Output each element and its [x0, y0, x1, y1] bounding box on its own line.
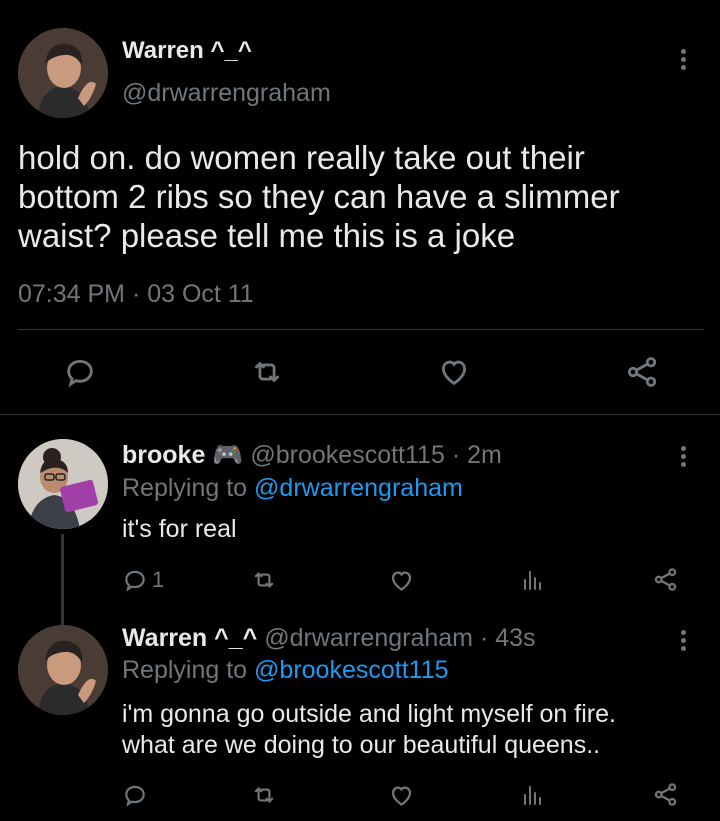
- handle[interactable]: @drwarrengraham: [264, 624, 473, 652]
- retweet-button[interactable]: [248, 565, 280, 595]
- divider: [18, 329, 704, 330]
- reply-text-line: i'm gonna go outside and light myself on…: [122, 700, 616, 728]
- reply-time: · 43s: [479, 624, 536, 652]
- reply-button[interactable]: [122, 780, 182, 810]
- retweet-icon: [254, 362, 280, 382]
- retweet-button[interactable]: [248, 780, 280, 810]
- share-icon: [654, 782, 676, 806]
- reply-button[interactable]: 1: [122, 565, 182, 595]
- reply-icon: [125, 570, 145, 592]
- more-icon[interactable]: [681, 630, 687, 654]
- analytics-icon: [524, 571, 541, 590]
- reply-text-line: it's for real: [122, 515, 237, 543]
- reply-icon: [67, 359, 93, 388]
- reply-text: i'm gonna go outside and light myself on…: [122, 699, 616, 761]
- tweet-text-line: bottom 2 ribs so they can have a slimmer: [18, 178, 620, 215]
- share-button[interactable]: [650, 779, 680, 809]
- reply-button[interactable]: [58, 352, 102, 392]
- reply-header: brooke 🎮 @brookescott115 · 2m: [122, 441, 502, 470]
- like-button[interactable]: [385, 780, 417, 810]
- reply-text: it's for real: [122, 514, 237, 545]
- divider: [0, 414, 720, 415]
- tweet-text-line: hold on. do women really take out their: [18, 139, 585, 176]
- reply-text-line: what are we doing to our beautiful queen…: [122, 731, 601, 759]
- handle[interactable]: @drwarrengraham: [122, 79, 331, 108]
- more-icon[interactable]: [681, 446, 687, 470]
- retweet-icon: [254, 787, 274, 803]
- avatar[interactable]: [18, 28, 108, 118]
- tweet-text-line: waist? please tell me this is a joke: [18, 217, 516, 254]
- replying-to: Replying to @brookescott115: [122, 656, 449, 685]
- heart-icon: [391, 785, 411, 806]
- tweet-text: hold on. do women really take out their …: [18, 138, 708, 255]
- replying-to: Replying to @drwarrengraham: [122, 474, 463, 503]
- analytics-icon: [524, 786, 541, 805]
- analytics-button[interactable]: [517, 780, 547, 810]
- avatar[interactable]: [18, 439, 108, 529]
- reply-header: Warren ^_^ @drwarrengraham · 43s: [122, 624, 536, 653]
- share-button[interactable]: [650, 564, 680, 594]
- reply-count: 1: [152, 567, 165, 592]
- heart-icon: [441, 360, 467, 385]
- timestamp: 07:34 PM · 03 Oct 11: [18, 280, 254, 308]
- like-button[interactable]: [432, 352, 476, 392]
- share-icon: [627, 357, 657, 387]
- display-name[interactable]: Warren ^_^: [122, 624, 257, 652]
- like-button[interactable]: [385, 565, 417, 595]
- replying-to-link[interactable]: @brookescott115: [254, 656, 448, 684]
- reply-icon: [125, 785, 145, 807]
- display-name[interactable]: brooke 🎮: [122, 441, 243, 469]
- display-name[interactable]: Warren ^_^: [122, 37, 252, 65]
- heart-icon: [391, 570, 411, 591]
- avatar[interactable]: [18, 625, 108, 715]
- share-icon: [654, 567, 676, 591]
- reply-time: · 2m: [451, 441, 502, 469]
- replying-prefix: Replying to: [122, 474, 248, 502]
- retweet-icon: [254, 572, 274, 588]
- thread-line: [61, 534, 64, 626]
- more-icon[interactable]: [681, 49, 687, 73]
- analytics-button[interactable]: [517, 565, 547, 595]
- share-button[interactable]: [620, 352, 664, 392]
- replying-prefix: Replying to: [122, 656, 248, 684]
- handle[interactable]: @brookescott115: [250, 441, 444, 469]
- retweet-button[interactable]: [245, 352, 289, 392]
- replying-to-link[interactable]: @drwarrengraham: [254, 474, 463, 502]
